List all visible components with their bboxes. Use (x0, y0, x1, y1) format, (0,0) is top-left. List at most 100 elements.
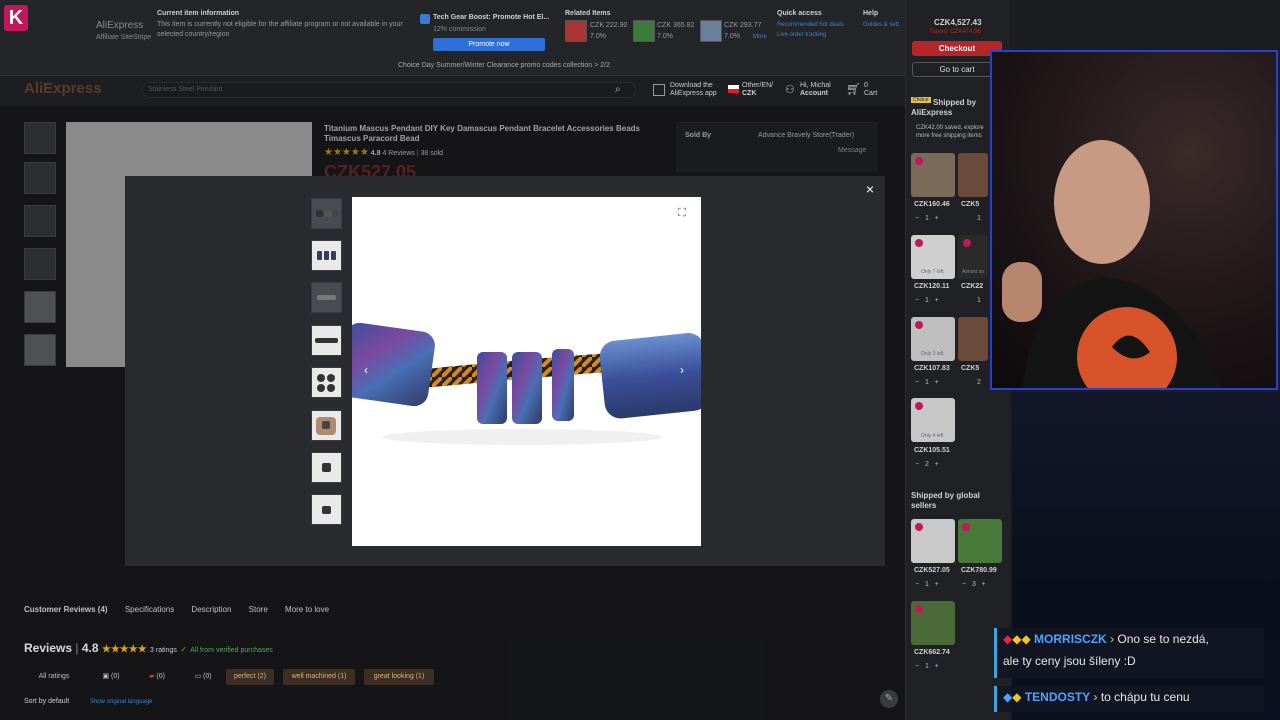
chip-perfect[interactable]: perfect (2) (226, 669, 274, 685)
modal-thumb[interactable] (311, 452, 342, 483)
download-app-line1[interactable]: Download the (670, 82, 713, 89)
saved-line[interactable]: CZK42.00 saved, explore more free shippi… (916, 124, 986, 140)
related-item-thumb[interactable] (700, 20, 722, 42)
checkbox-icon[interactable] (915, 157, 923, 165)
account-line2[interactable]: Account (800, 90, 828, 97)
promo-banner[interactable]: Choice Day Summer/Winter Clearance promo… (398, 62, 610, 69)
account-line1[interactable]: Hi, Michal (800, 82, 831, 89)
aliexpress-logo[interactable]: AliExpress (24, 80, 102, 97)
tab-more-to-love[interactable]: More to love (285, 605, 329, 614)
stock-note: Only 4 left (921, 433, 944, 439)
qty-stepper[interactable]: − 2 + (915, 461, 939, 468)
qty-stepper[interactable]: − 1 + (915, 215, 939, 222)
tab-specifications[interactable]: Specifications (125, 605, 174, 614)
go-to-cart-button[interactable]: Go to cart (912, 62, 1002, 77)
cart-label[interactable]: Cart (864, 90, 877, 97)
image-icon: ▣ (102, 673, 111, 680)
badge-icon: ◆ (1003, 690, 1013, 704)
zoom-icon[interactable]: ⛶ (678, 207, 686, 220)
modal-thumb[interactable] (311, 367, 342, 398)
chevron-right-icon[interactable]: › (680, 363, 684, 377)
cart-item-price: CZK527.05 (914, 567, 950, 574)
qty-value: 1 (924, 379, 929, 386)
k-logo-icon[interactable]: K (4, 5, 28, 31)
checkbox-icon[interactable] (962, 523, 970, 531)
filter-photos[interactable]: ▣ (0) (94, 669, 128, 685)
sort-dropdown[interactable]: Sort by default (24, 698, 69, 705)
stock-note: Almost so (962, 269, 984, 275)
modal-thumb[interactable] (311, 198, 342, 229)
shipped-by-line2: AliExpress (911, 108, 953, 117)
related-item-pct: 7.0% (590, 33, 606, 40)
chat-username: TENDOSTY (1024, 690, 1091, 704)
promo-title[interactable]: Tech Gear Boost: Promote Hot El... (433, 14, 549, 21)
checkbox-icon[interactable] (963, 239, 971, 247)
qty-value: 1 (924, 215, 929, 222)
qr-code-icon (653, 84, 665, 96)
badge-icon: ◆ (1012, 690, 1022, 704)
chip-well-machined[interactable]: well machined (1) (283, 669, 355, 685)
filter-country[interactable]: ▰ (0) (140, 669, 174, 685)
help-link[interactable]: Guides & sett (863, 22, 899, 28)
related-item-price: CZK 222.90 (590, 22, 628, 29)
download-app-line2[interactable]: AliExpress app (670, 90, 717, 97)
quick-access-title: Quick access (777, 10, 822, 17)
checkbox-icon[interactable] (915, 321, 923, 329)
qty-stepper[interactable]: − 1 + (915, 379, 939, 386)
quick-access-link[interactable]: Recommended hot deals (777, 22, 844, 28)
checkbox-icon[interactable] (915, 239, 923, 247)
promo-commission: 12% commission (433, 26, 486, 33)
cart-item-price: CZK5 (961, 201, 980, 208)
help-title: Help (863, 10, 879, 17)
close-icon[interactable]: × (863, 182, 877, 196)
checkout-button[interactable]: Checkout (912, 41, 1002, 56)
more-link[interactable]: More (753, 34, 767, 40)
related-item-thumb[interactable] (633, 20, 655, 42)
search-icon[interactable]: ⌕ (615, 84, 621, 95)
cart-item-image[interactable] (958, 317, 988, 361)
promote-now-button[interactable]: Promote now (433, 38, 545, 51)
cart-item-price: CZK160.46 (914, 201, 950, 208)
filter-comments-count: (0) (203, 673, 212, 680)
checkbox-icon[interactable] (915, 605, 923, 613)
modal-thumb[interactable] (311, 282, 342, 313)
product-large-image[interactable]: ⛶ ‹ › (352, 197, 701, 546)
edit-icon[interactable]: ✎ (880, 690, 898, 708)
qty-value: 2 (924, 461, 929, 468)
current-item-text2: selected country/region (157, 31, 230, 38)
tab-store[interactable]: Store (249, 605, 268, 614)
modal-thumb[interactable] (311, 494, 342, 525)
affiliate-logo: AliExpress (96, 20, 144, 31)
chip-great-looking[interactable]: great looking (1) (364, 669, 434, 685)
stock-note: Only 3 left (921, 351, 944, 357)
current-item-title: Current item information (157, 10, 240, 17)
modal-thumb[interactable] (311, 325, 342, 356)
locale-line1[interactable]: Other/EN/ (742, 82, 773, 89)
quick-access-link[interactable]: Live order tracking (777, 32, 826, 38)
qty-value: 1 (924, 297, 929, 304)
chat-text: Ono se to nezdá, (1117, 632, 1209, 646)
qty-stepper[interactable]: − 1 + (915, 581, 939, 588)
filter-comments[interactable]: ▭ (0) (186, 669, 220, 685)
modal-thumb[interactable] (311, 410, 342, 441)
show-original-link[interactable]: Show original language (90, 699, 152, 705)
filter-all-ratings[interactable]: All ratings (24, 669, 84, 685)
qty-stepper[interactable]: − 1 + (915, 297, 939, 304)
qty-value: 1 (924, 663, 929, 670)
cart-icon[interactable]: 🛒︎ (846, 82, 861, 96)
tab-description[interactable]: Description (191, 605, 231, 614)
chevron-left-icon[interactable]: ‹ (364, 363, 368, 377)
modal-thumb[interactable] (311, 240, 342, 271)
qty-stepper[interactable]: − 3 + (962, 581, 986, 588)
tab-customer-reviews[interactable]: Customer Reviews (4) (24, 605, 108, 614)
shipped-by-line1: Shipped by (933, 98, 977, 107)
checkbox-icon[interactable] (915, 523, 923, 531)
choice-badge: Choice (911, 97, 931, 103)
cart-item-image[interactable] (958, 153, 988, 197)
qty-stepper[interactable]: − 1 + (915, 663, 939, 670)
badge-icon: ◆ (1003, 632, 1013, 646)
related-item-thumb[interactable] (565, 20, 587, 42)
locale-line2[interactable]: CZK (742, 90, 756, 97)
related-items-title: Related Items (565, 10, 611, 17)
checkbox-icon[interactable] (915, 402, 923, 410)
